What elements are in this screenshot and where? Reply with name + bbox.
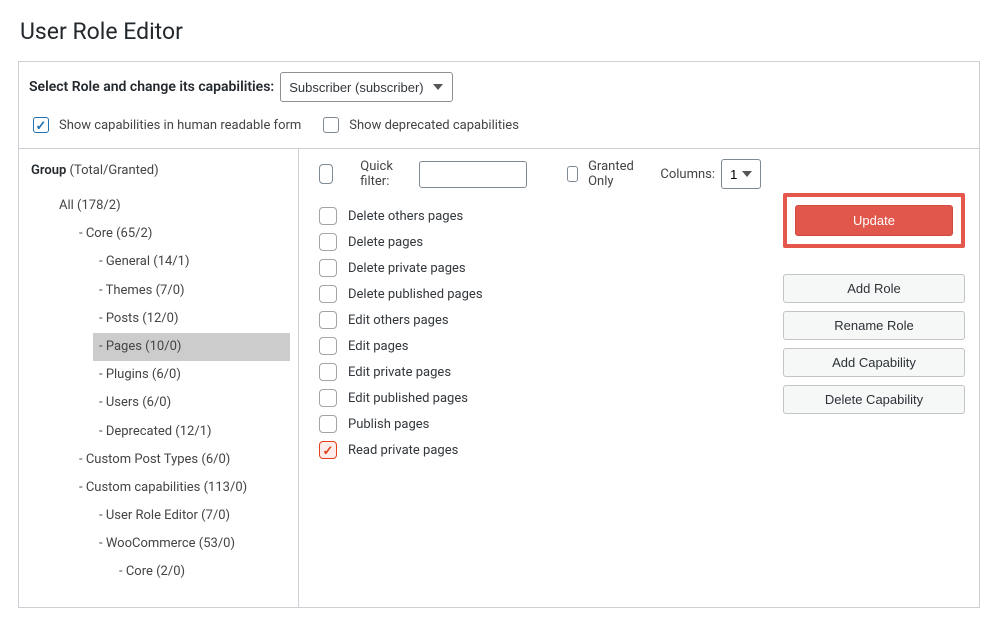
main-area: Quick filter: Granted Only Columns: 1 De…	[299, 149, 979, 607]
deprecated-label: Show deprecated capabilities	[349, 118, 519, 133]
human-readable-checkbox[interactable]	[33, 117, 49, 133]
quick-filter-input[interactable]	[419, 161, 527, 188]
human-readable-option[interactable]: Show capabilities in human readable form	[29, 114, 301, 136]
add-capability-button[interactable]: Add Capability	[783, 348, 965, 377]
capability-item[interactable]: Delete published pages	[315, 281, 761, 307]
capability-item[interactable]: Edit published pages	[315, 385, 761, 411]
options-row: Show capabilities in human readable form…	[19, 110, 979, 149]
deprecated-checkbox[interactable]	[323, 117, 339, 133]
sidebar-item[interactable]: - Custom capabilities (113/0)	[73, 474, 298, 502]
delete-capability-button[interactable]: Delete Capability	[783, 385, 965, 414]
capabilities-column: Quick filter: Granted Only Columns: 1 De…	[299, 149, 773, 607]
sidebar-item[interactable]: - Deprecated (12/1)	[93, 418, 298, 446]
capability-item[interactable]: Edit pages	[315, 333, 761, 359]
human-readable-label: Show capabilities in human readable form	[59, 118, 301, 133]
capability-checkbox[interactable]	[319, 363, 337, 381]
granted-only-label: Granted Only	[588, 159, 638, 189]
capability-item[interactable]: Delete others pages	[315, 203, 761, 229]
capability-item[interactable]: Read private pages	[315, 437, 761, 463]
update-highlight-frame: Update	[783, 193, 965, 248]
sidebar-item[interactable]: - User Role Editor (7/0)	[93, 502, 298, 530]
group-header: Group (Total/Granted)	[31, 163, 298, 178]
update-button[interactable]: Update	[795, 205, 953, 236]
deprecated-option[interactable]: Show deprecated capabilities	[319, 114, 519, 136]
capability-item[interactable]: Edit private pages	[315, 359, 761, 385]
editor-body: Group (Total/Granted) All (178/2)- Core …	[19, 149, 979, 607]
quick-filter-label: Quick filter:	[360, 159, 404, 189]
capability-label: Delete published pages	[348, 287, 483, 302]
capability-item[interactable]: Delete pages	[315, 229, 761, 255]
group-sidebar: Group (Total/Granted) All (178/2)- Core …	[19, 149, 299, 607]
capability-label: Edit others pages	[348, 313, 449, 328]
columns-label: Columns:	[660, 167, 715, 182]
role-select[interactable]: Subscriber (subscriber)	[280, 72, 453, 102]
sidebar-item[interactable]: - WooCommerce (53/0)	[93, 530, 298, 558]
capability-checkbox[interactable]	[319, 207, 337, 225]
role-select-row: Select Role and change its capabilities:…	[19, 62, 979, 110]
capability-checkbox[interactable]	[319, 259, 337, 277]
capability-label: Edit published pages	[348, 391, 468, 406]
capability-label: Edit pages	[348, 339, 409, 354]
sidebar-item[interactable]: - Plugins (6/0)	[93, 361, 298, 389]
sidebar-item[interactable]: - General (14/1)	[93, 248, 298, 276]
sidebar-item[interactable]: - Themes (7/0)	[93, 277, 298, 305]
rename-role-button[interactable]: Rename Role	[783, 311, 965, 340]
capability-checkbox[interactable]	[319, 233, 337, 251]
capability-checkbox[interactable]	[319, 389, 337, 407]
sidebar-item[interactable]: All (178/2)	[53, 192, 298, 220]
role-select-label: Select Role and change its capabilities:	[29, 79, 274, 95]
sidebar-item[interactable]: - Users (6/0)	[93, 389, 298, 417]
columns-select[interactable]: 1	[721, 159, 761, 189]
capability-item[interactable]: Edit others pages	[315, 307, 761, 333]
capability-checkbox[interactable]	[319, 311, 337, 329]
editor-panel: Select Role and change its capabilities:…	[18, 61, 980, 608]
add-role-button[interactable]: Add Role	[783, 274, 965, 303]
capability-label: Delete pages	[348, 235, 423, 250]
sidebar-item[interactable]: - Pages (10/0)	[93, 333, 290, 361]
granted-only-option[interactable]: Granted Only	[563, 159, 639, 189]
capability-list: Delete others pages Delete pages Delete pr…	[315, 203, 761, 463]
group-header-label: Group	[31, 163, 66, 178]
capability-checkbox[interactable]	[319, 285, 337, 303]
granted-only-checkbox[interactable]	[567, 166, 578, 182]
capability-label: Edit private pages	[348, 365, 451, 380]
page-title: User Role Editor	[20, 18, 980, 45]
capability-label: Publish pages	[348, 417, 429, 432]
actions-column: Update Add Role Rename Role Add Capabili…	[773, 149, 979, 607]
sidebar-item[interactable]: - Posts (12/0)	[93, 305, 298, 333]
filter-row: Quick filter: Granted Only Columns: 1	[315, 159, 761, 189]
group-header-suffix: (Total/Granted)	[70, 163, 159, 178]
sidebar-item[interactable]: - Custom Post Types (6/0)	[73, 446, 298, 474]
columns-control: Columns: 1	[660, 159, 761, 189]
capability-item[interactable]: Delete private pages	[315, 255, 761, 281]
capability-checkbox[interactable]	[319, 337, 337, 355]
capability-checkbox[interactable]	[319, 441, 337, 459]
group-tree: All (178/2)- Core (65/2)- General (14/1)…	[29, 192, 298, 587]
capability-checkbox[interactable]	[319, 415, 337, 433]
sidebar-item[interactable]: - Core (65/2)	[73, 220, 298, 248]
capability-label: Delete others pages	[348, 209, 463, 224]
sidebar-item[interactable]: - Core (2/0)	[113, 558, 298, 586]
capability-label: Delete private pages	[348, 261, 466, 276]
select-all-checkbox[interactable]	[319, 164, 333, 184]
capability-label: Read private pages	[348, 443, 458, 458]
capability-item[interactable]: Publish pages	[315, 411, 761, 437]
